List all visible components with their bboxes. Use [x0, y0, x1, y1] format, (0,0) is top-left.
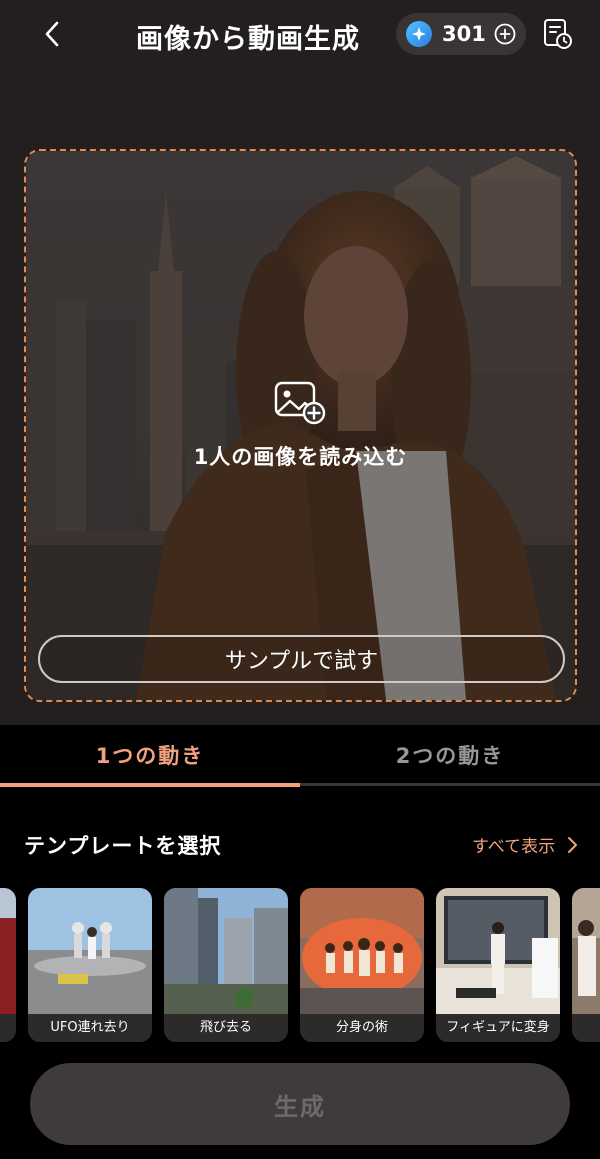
template-card-figure[interactable]: フィギュアに変身	[436, 888, 560, 1042]
template-carousel[interactable]: UFO連れ去り 飛び去る 分身の術 フィギュアに変身	[0, 888, 600, 1044]
add-circle-icon[interactable]	[494, 23, 516, 45]
template-label: 飛び去る	[164, 1014, 288, 1042]
active-tab-indicator	[0, 783, 300, 787]
upload-prompt: 1人の画像を読み込む	[26, 381, 575, 471]
template-thumbnail	[436, 888, 560, 1014]
app-header: 画像から動画生成 301	[0, 0, 600, 70]
template-thumbnail	[0, 888, 16, 1014]
template-thumbnail	[572, 888, 600, 1014]
template-card-clone[interactable]: 分身の術	[300, 888, 424, 1042]
template-label	[0, 1014, 16, 1042]
history-button[interactable]	[540, 16, 576, 52]
credits-count: 301	[442, 22, 486, 46]
back-button[interactable]	[34, 16, 70, 52]
chevron-left-icon	[45, 21, 59, 47]
motion-tabs: 1つの動き 2つの動き	[0, 725, 600, 787]
template-label: 冬	[572, 1014, 600, 1042]
template-label: フィギュアに変身	[436, 1014, 560, 1042]
template-thumbnail	[164, 888, 288, 1014]
upload-label: 1人の画像を読み込む	[193, 445, 408, 469]
template-card[interactable]	[0, 888, 16, 1042]
template-thumbnail	[300, 888, 424, 1014]
sparkle-gem-icon	[406, 21, 432, 47]
template-label: UFO連れ去り	[28, 1014, 152, 1042]
see-all-link[interactable]: すべて表示	[472, 832, 579, 857]
tab-one-motion[interactable]: 1つの動き	[0, 740, 300, 770]
template-section-title: テンプレートを選択	[24, 834, 222, 858]
tab-two-motions[interactable]: 2つの動き	[300, 740, 600, 770]
template-card-fly-away[interactable]: 飛び去る	[164, 888, 288, 1042]
credits-badge[interactable]: 301	[396, 13, 526, 55]
template-label: 分身の術	[300, 1014, 424, 1042]
history-document-icon	[544, 19, 572, 49]
image-upload-area[interactable]: 1人の画像を読み込む サンプルで試す	[24, 149, 577, 702]
chevron-right-icon	[568, 836, 578, 853]
add-image-icon	[274, 381, 325, 425]
template-card-ufo[interactable]: UFO連れ去り	[28, 888, 152, 1042]
see-all-label: すべて表示	[472, 837, 556, 857]
template-card-winter[interactable]: 冬	[572, 888, 600, 1042]
page-title: 画像から動画生成	[136, 24, 360, 55]
generate-button[interactable]: 生成	[30, 1063, 570, 1145]
try-sample-button[interactable]: サンプルで試す	[38, 635, 565, 683]
template-thumbnail	[28, 888, 152, 1014]
